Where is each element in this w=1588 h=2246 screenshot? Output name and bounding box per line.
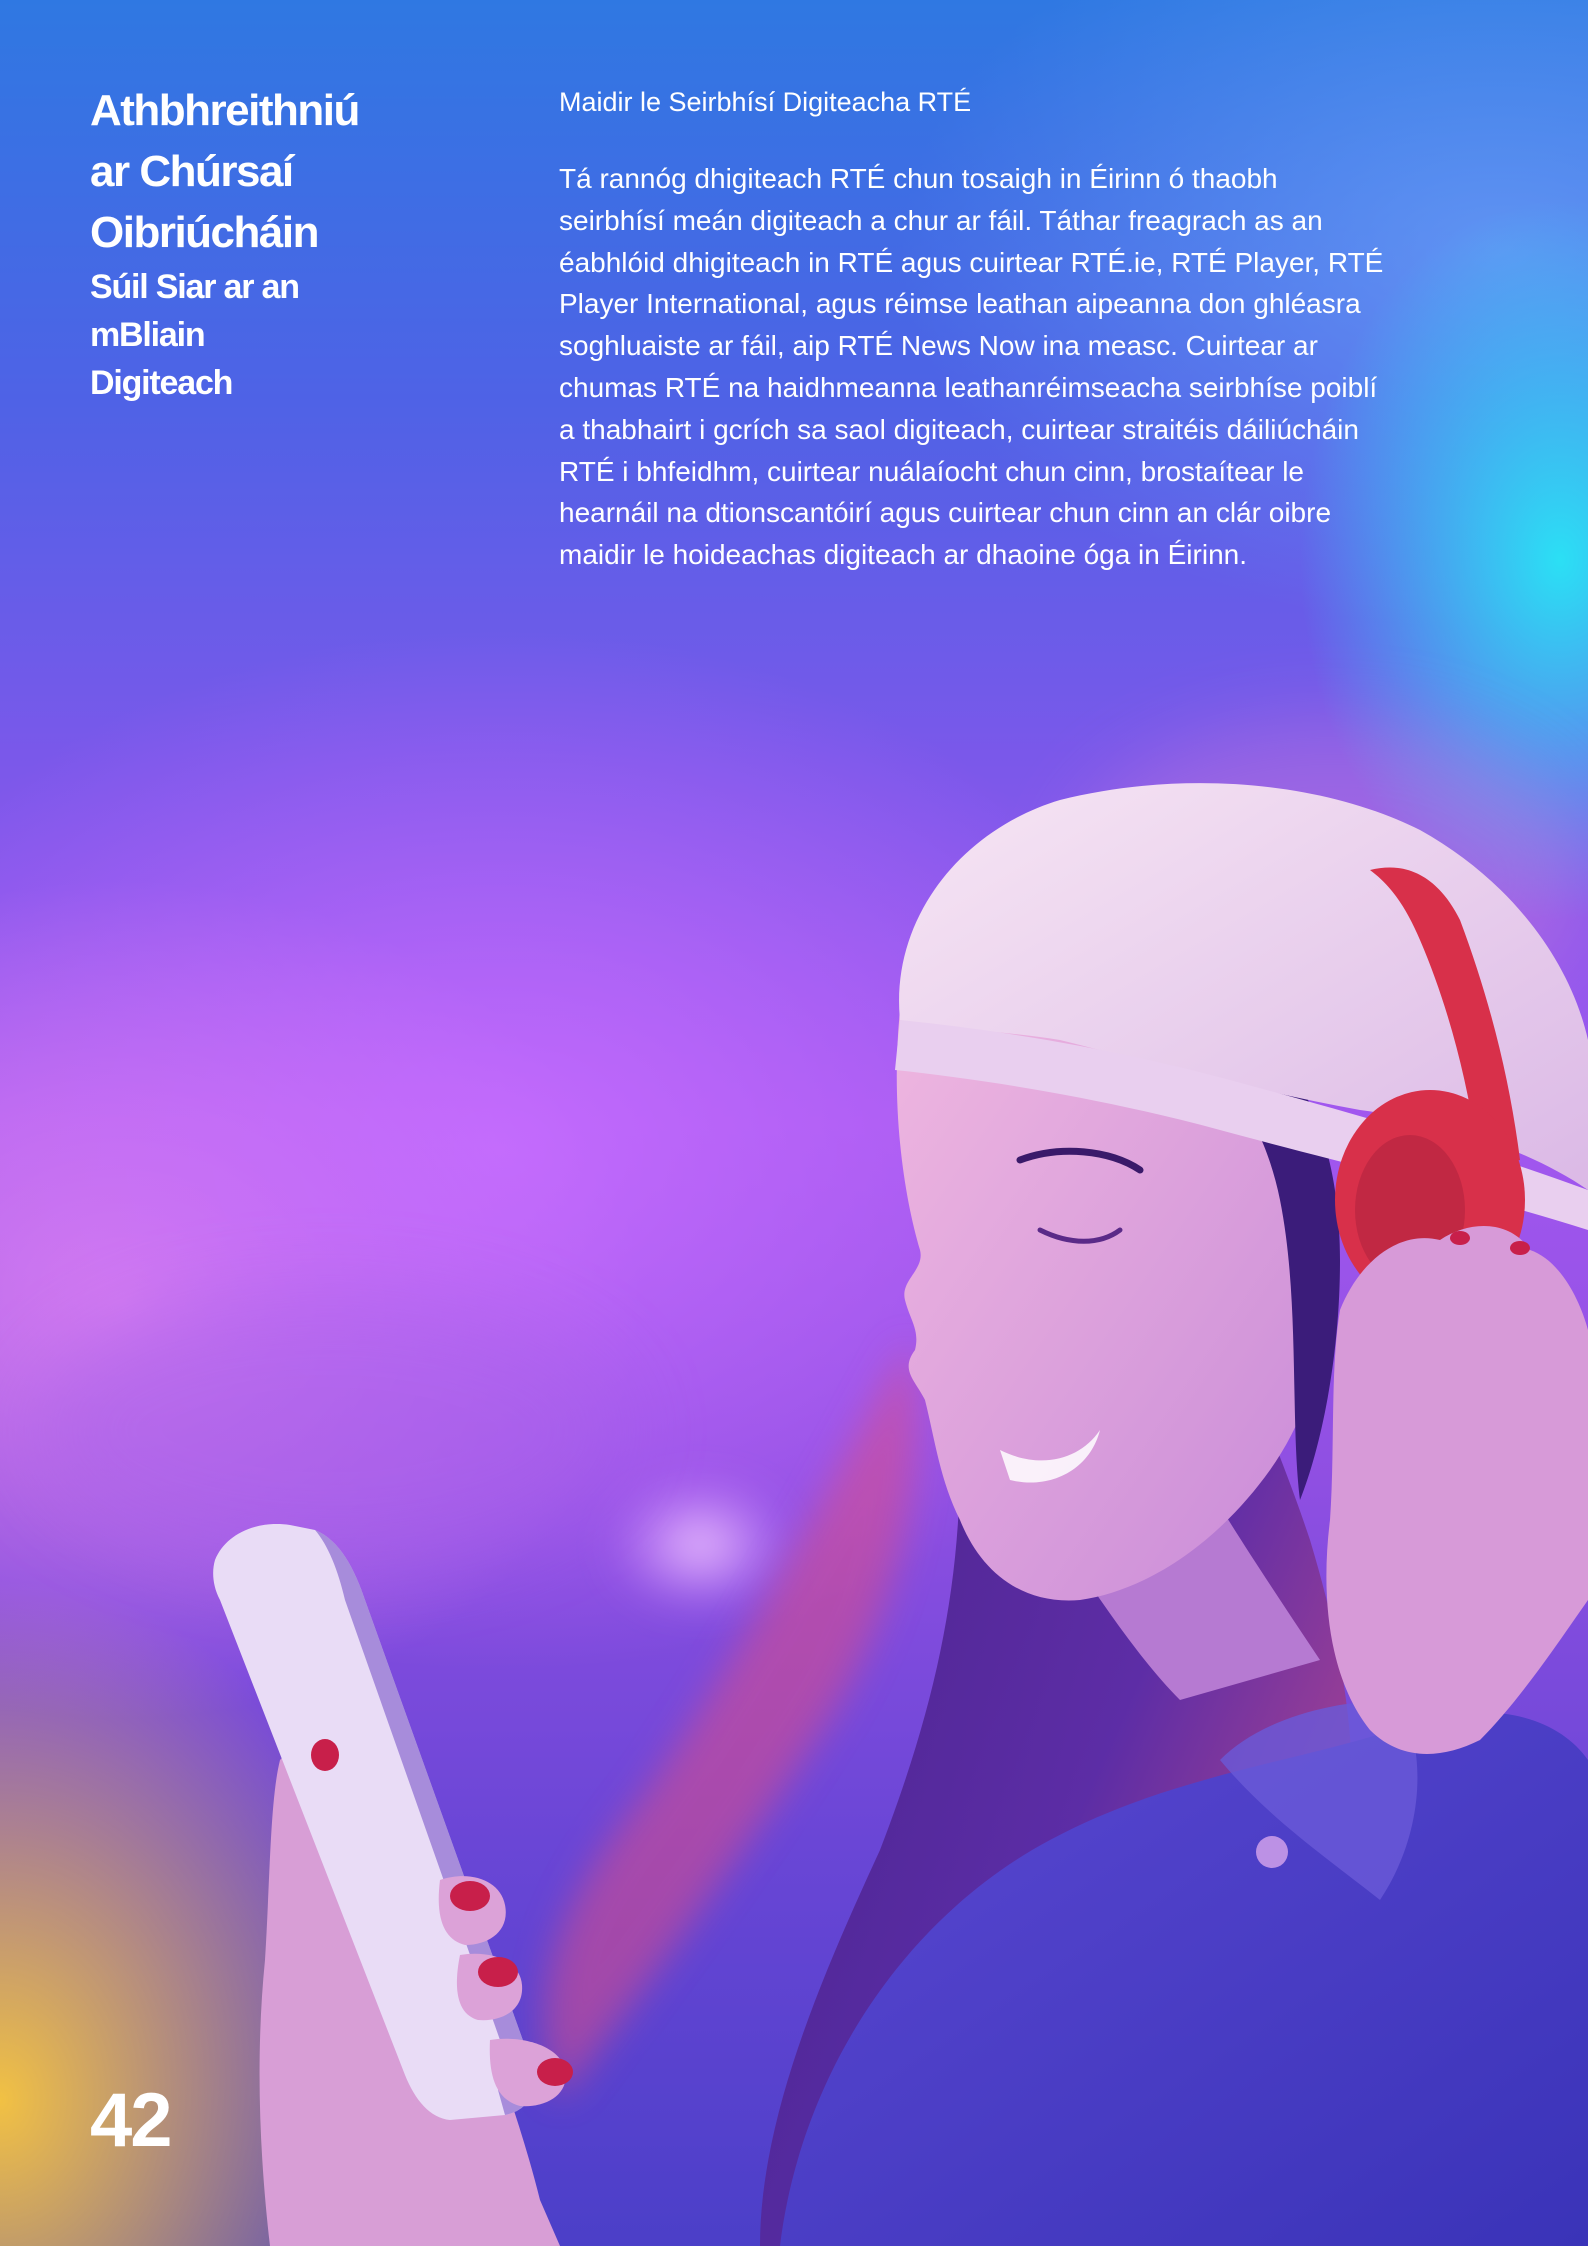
page-background: Athbhreithniú ar Chúrsaí Oibriúcháin Súi…: [0, 0, 1588, 2246]
title-line: Oibriúcháin: [90, 208, 319, 257]
body-line: seirbhísí meán digiteach a chur ar fáil.…: [559, 204, 1323, 236]
nail: [311, 1739, 339, 1771]
title-line: ar Chúrsaí: [90, 147, 294, 196]
body-line: Tá rannóg dhigiteach RTÉ chun tosaigh in…: [559, 163, 1278, 194]
article: Maidir le Seirbhísí Digiteacha RTÉ Tá ra…: [559, 82, 1489, 576]
section-heading: Athbhreithniú ar Chúrsaí Oibriúcháin Súi…: [90, 80, 450, 407]
title-line: Athbhreithniú: [90, 86, 360, 135]
body-line: chumas RTÉ na haidhmeanna leathanréimsea…: [559, 371, 1378, 403]
body-line: éabhlóid dhigiteach in RTÉ agus cuirtear…: [559, 246, 1384, 278]
nail: [1510, 1241, 1530, 1255]
body-line: maidir le hoideachas digiteach ar dhaoin…: [559, 539, 1247, 571]
nail: [1450, 1231, 1470, 1245]
page-subtitle: Súil Siar ar an mBliain Digiteach: [90, 263, 450, 407]
body-line: hearnáil na dtionscantóirí agus cuirtear…: [559, 497, 1332, 529]
body-line: a thabhairt i gcrích sa saol digiteach, …: [559, 413, 1359, 445]
nail: [537, 2058, 573, 2086]
subtitle-line: mBliain: [90, 316, 206, 354]
background-blur-left: [30, 1290, 630, 1570]
body-line: soghluaiste ar fáil, aip RTÉ News Now in…: [559, 330, 1318, 362]
bokeh-light: [605, 1475, 795, 1615]
subtitle-line: Súil Siar ar an: [90, 268, 300, 306]
nail: [478, 1957, 518, 1987]
jacket-button: [1256, 1836, 1288, 1868]
right-hand: [1326, 1226, 1588, 1754]
page-title: Athbhreithniú ar Chúrsaí Oibriúcháin: [90, 80, 450, 263]
subtitle-line: Digiteach: [90, 364, 233, 402]
page-number: 42: [90, 2078, 173, 2163]
nail: [450, 1881, 490, 1911]
article-kicker: Maidir le Seirbhísí Digiteacha RTÉ: [559, 87, 972, 117]
body-line: Player International, agus réimse leatha…: [559, 288, 1361, 320]
article-body: Tá rannóg dhigiteach RTÉ chun tosaigh in…: [559, 158, 1489, 576]
body-line: RTÉ i bhfeidhm, cuirtear nuálaíocht chun…: [559, 455, 1304, 487]
